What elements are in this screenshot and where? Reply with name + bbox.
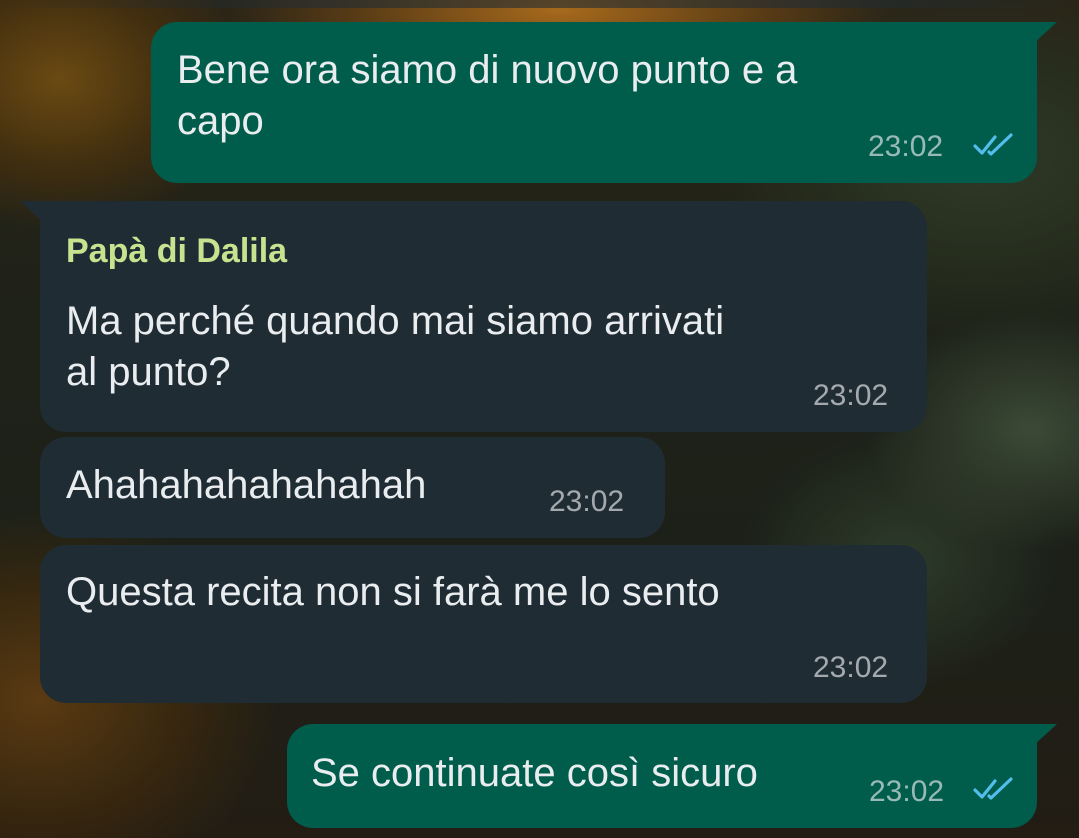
message-text: Bene ora siamo di nuovo punto e a capo [177,48,798,143]
message-text: Questa recita non si farà me lo sento [66,570,720,614]
read-double-tick-icon [973,133,1013,156]
message-bubble-incoming[interactable]: Papà di Dalila Ma perché quando mai siam… [20,201,927,432]
previous-message-edge [0,0,1079,8]
message-text: Se continuate così sicuro [311,751,758,795]
message-time: 23:02 [813,651,889,684]
message-time: 23:02 [813,379,889,412]
message-bubble-outgoing[interactable]: Bene ora siamo di nuovo punto e a capo 2… [151,22,1057,183]
message-text: Ahahahahahahahah [66,463,427,507]
message-text: Ma perché quando mai siamo arrivati al p… [66,299,725,394]
message-time: 23:02 [868,130,944,163]
message-bubble-incoming[interactable]: Ahahahahahahahah 23:02 [40,437,665,538]
message-time: 23:02 [869,775,945,808]
read-double-tick-icon [973,777,1013,800]
message-bubble-incoming[interactable]: Questa recita non si farà me lo sento 23… [40,545,927,703]
sender-name[interactable]: Papà di Dalila [66,233,287,269]
message-bubble-outgoing[interactable]: Se continuate così sicuro 23:02 [287,724,1057,828]
message-time: 23:02 [549,485,625,518]
